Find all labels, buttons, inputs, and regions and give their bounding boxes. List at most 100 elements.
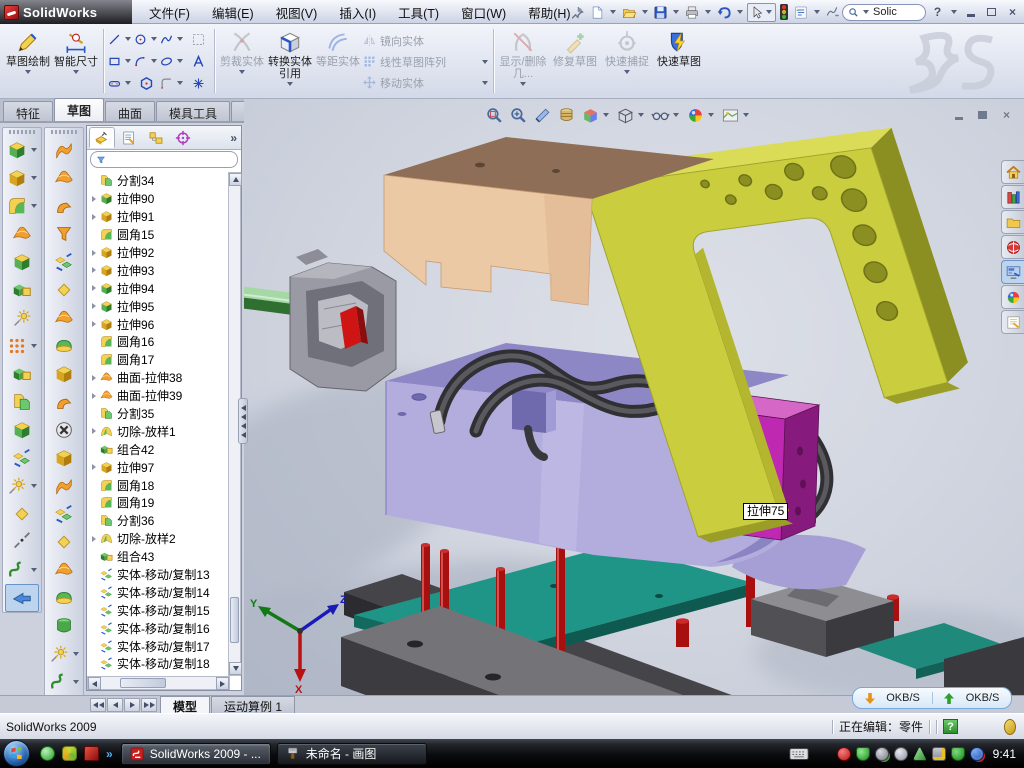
view-orientation-icon[interactable] [580,105,612,126]
tree-item[interactable]: 圆角19 [87,494,230,512]
propertymanager-tab[interactable] [116,127,142,148]
tree-item[interactable]: 实体-移动/复制17 [87,637,230,655]
prev-tab-button[interactable] [107,698,123,712]
input-language-icon[interactable] [789,747,809,761]
waveO-icon[interactable] [45,472,83,500]
surf-icon[interactable] [3,220,41,248]
view-setting-icon[interactable] [556,105,577,126]
taskbar-button[interactable]: SolidWorks 2009 - ... [121,743,271,765]
undo-caret[interactable] [737,10,743,14]
usb-tray-icon[interactable] [913,747,927,761]
scroll-right-button[interactable] [216,677,229,690]
toolbar-grip[interactable] [51,130,77,134]
search-input[interactable]: Solic [842,4,926,21]
cylG-icon[interactable] [45,612,83,640]
scene-icon[interactable] [720,105,752,126]
messenger-icon[interactable] [40,746,55,761]
polygon-tool-button[interactable] [133,72,159,94]
tree-item[interactable]: 实体-移动/复制13 [87,566,230,584]
tree-item[interactable]: 拉伸94 [87,279,230,297]
sfillet-tool-button[interactable] [159,72,185,94]
doc-close-button[interactable]: × [997,107,1016,123]
point-tool-button[interactable] [185,72,211,94]
tree-item[interactable]: 圆角18 [87,476,230,494]
last-tab-button[interactable] [141,698,157,712]
surf-icon[interactable] [45,164,83,192]
tree-item[interactable]: 实体-移动/复制18 [87,655,230,673]
arc-tool-button[interactable] [133,50,159,72]
hide-show-icon[interactable] [650,105,682,126]
marquee-tool-button[interactable] [185,28,211,50]
doc-tab-模型[interactable]: 模型 [160,696,210,713]
quicklaunch-overflow-chevron[interactable]: » [106,747,113,761]
split-icon[interactable] [3,388,41,416]
ellipse-tool-button[interactable] [159,50,185,72]
tree-item[interactable]: 分割36 [87,512,230,530]
tree-item[interactable]: 分割34 [87,172,230,190]
view-palette-tab[interactable] [1001,260,1024,284]
command-tab-草图[interactable]: 草图 [54,98,104,121]
movecopy-icon[interactable] [3,444,41,472]
cubeY-icon[interactable] [45,444,83,472]
squig-icon[interactable] [3,556,41,584]
domeG-icon[interactable] [45,332,83,360]
tree-item[interactable]: 拉伸93 [87,261,230,279]
properties-icon[interactable] [824,3,840,22]
tree-item[interactable]: 实体-移动/复制15 [87,601,230,619]
file-explorer-tab[interactable] [1001,210,1024,234]
select-caret[interactable] [766,10,772,14]
command-tab-曲面[interactable]: 曲面 [105,101,155,121]
appearance-icon[interactable] [685,105,717,126]
command-tab-模具工具[interactable]: 模具工具 [156,101,230,121]
scroll-left-button[interactable] [88,677,101,690]
command-tab-特征[interactable]: 特征 [3,101,53,121]
security-tray-icon[interactable] [951,747,965,761]
menu-item-2[interactable]: 视图(V) [265,0,329,25]
open-icon[interactable] [620,3,638,22]
antivirus-tray-icon[interactable] [837,747,851,761]
tree-item[interactable]: 圆角17 [87,351,230,369]
tree-item[interactable]: 曲面-拉伸39 [87,387,230,405]
domeG-icon[interactable] [45,584,83,612]
tree-item[interactable]: 切除-放样1 [87,422,230,440]
star-icon[interactable] [45,640,83,668]
network-warning-tray-icon[interactable] [932,747,946,761]
new-document-icon[interactable] [589,3,606,22]
new-caret[interactable] [610,10,616,14]
taskbar-button[interactable]: 未命名 - 画图 [277,743,427,765]
tree-item[interactable]: 拉伸97 [87,458,230,476]
options-caret[interactable] [814,10,820,14]
menu-item-0[interactable]: 文件(F) [138,0,201,25]
open-caret[interactable] [642,10,648,14]
3d-content-tab[interactable] [1001,235,1024,259]
tree-item[interactable]: 实体-移动/复制14 [87,583,230,601]
undo-icon[interactable] [715,3,733,22]
circle-tool-button[interactable] [133,28,159,50]
diamond-icon[interactable] [3,500,41,528]
tree-item[interactable]: 拉伸95 [87,297,230,315]
rect-tool-button[interactable] [107,50,133,72]
funnelO-icon[interactable] [45,220,83,248]
help-caret[interactable] [951,10,957,14]
solidworks-launcher-icon[interactable] [84,746,99,761]
zoom-fit-icon[interactable] [484,105,505,126]
custom-properties-tab[interactable] [1001,310,1024,334]
tree-tabs-overflow-chevron[interactable]: » [230,131,237,145]
design-library-tab[interactable] [1001,185,1024,209]
options-icon[interactable] [792,3,810,22]
tree-item[interactable]: 实体-移动/复制16 [87,619,230,637]
line-tool-button[interactable] [107,28,133,50]
minimize-button[interactable] [961,4,980,20]
toolbar-smartdim-button[interactable]: 智能尺寸 [52,27,100,76]
squig-icon[interactable] [45,668,83,696]
combine-icon[interactable] [3,276,41,304]
scroll-thumb-h[interactable] [120,678,166,688]
graphics-viewport[interactable]: Y Z X × 拉伸75 [244,99,1024,695]
dots-icon[interactable] [3,332,41,360]
quick-tips-icon[interactable]: ? [943,719,958,734]
circleX-icon[interactable] [45,416,83,444]
network-speed-widget[interactable]: OKB/S OKB/S [852,687,1012,709]
panel-splitter-handle[interactable] [238,398,248,444]
doc-tab-运动算例 1[interactable]: 运动算例 1 [211,696,295,713]
cubeY-icon[interactable] [45,360,83,388]
